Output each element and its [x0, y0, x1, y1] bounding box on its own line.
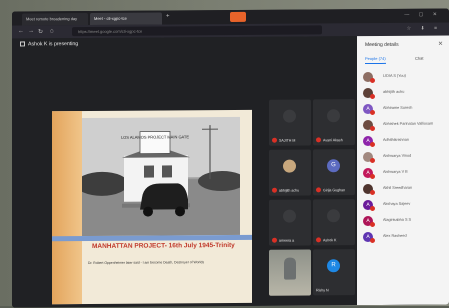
list-item[interactable]: AAkshaya Sajeev — [363, 198, 445, 215]
video-tile[interactable]: abhijith achu — [269, 149, 311, 195]
panel-title: Meeting details — [365, 42, 399, 48]
mic-off-icon — [316, 137, 321, 142]
list-item[interactable]: LIDIA S (You) — [363, 70, 445, 87]
participant-video — [284, 258, 296, 280]
video-tile[interactable]: Ashok K — [313, 199, 355, 245]
present-screen-icon — [20, 41, 25, 46]
list-item[interactable]: AAlagirisabha S S — [363, 214, 445, 231]
back-arrow-icon[interactable]: ← — [18, 28, 24, 34]
tile-name: Girija Gughan — [323, 188, 345, 192]
tab-people[interactable]: People (74) — [365, 56, 386, 64]
presenting-text: Ashok K is presenting — [28, 41, 78, 47]
slide-title-band — [52, 235, 252, 241]
participant-name: Akshaya Sajeev — [383, 202, 410, 206]
list-item[interactable]: Akhil Sreedharan — [363, 182, 445, 199]
new-tab-button[interactable]: + — [166, 13, 170, 19]
tile-name: abhijith achu — [279, 189, 299, 193]
tile-name: ameera a — [279, 239, 294, 243]
tile-name: Avani Akash — [323, 138, 343, 142]
video-tile[interactable]: ameera a — [269, 199, 311, 245]
participant-name: Alex Rasheed — [383, 234, 407, 238]
sign-text: LOS ALAMOS PROJECT MAIN GATE — [121, 134, 189, 139]
list-item[interactable]: AAdhithikrishnan — [363, 134, 445, 151]
photo-background: Meet remote broadening day Meet - cti-xg… — [0, 0, 449, 306]
mic-off-icon — [316, 187, 321, 192]
participant-name: Aishwarya Vinod — [383, 154, 411, 158]
panel-tabs: People (74) Chat — [363, 56, 445, 67]
toolbar-icons[interactable]: ☆ ⬇ ≡ — [407, 26, 441, 32]
avatar — [283, 210, 296, 223]
avatar: R — [327, 259, 340, 272]
participant-list: LIDIA S (You) abhijith achu AAbhirame Su… — [363, 70, 445, 247]
reload-icon[interactable]: ↻ — [38, 28, 43, 35]
tab-chat[interactable]: Chat — [415, 56, 423, 61]
participant-name: Adhithikrishnan — [383, 138, 409, 142]
list-item[interactable]: abhijith achu — [363, 86, 445, 103]
video-tile[interactable]: SAJITH M — [269, 99, 311, 145]
tile-name: Rishy N — [316, 288, 329, 292]
avatar: G — [327, 159, 340, 172]
mic-off-icon — [272, 138, 277, 143]
mic-off-icon — [370, 78, 375, 83]
mic-off-icon — [370, 126, 375, 131]
slide-side-stripe — [52, 111, 82, 304]
list-item[interactable]: AAlex Rasheed — [363, 230, 445, 247]
mic-off-icon — [370, 238, 375, 243]
mic-off-icon — [316, 237, 321, 242]
video-tile-camera[interactable] — [269, 249, 311, 295]
mic-off-icon — [370, 222, 375, 227]
list-item[interactable]: AAbhirame Suresh — [363, 102, 445, 119]
slide-title: MANHATTAN PROJECT- 16th July 1945-Trinit… — [92, 242, 248, 250]
participant-name: LIDIA S (You) — [383, 74, 406, 78]
gatehouse-photo: LOS ALAMOS PROJECT MAIN GATE — [82, 117, 240, 236]
participant-name: abhijith achu — [383, 90, 404, 94]
list-item[interactable]: Aishwarya Vinod — [363, 150, 445, 167]
mic-off-icon — [370, 206, 375, 211]
participant-name: Alagirisabha S S — [383, 218, 411, 222]
mic-off-icon — [370, 94, 375, 99]
home-icon[interactable]: ⌂ — [50, 28, 54, 34]
participant-name: Akhil Sreedharan — [383, 186, 412, 190]
mic-off-icon — [272, 188, 277, 193]
tile-name: Ashok K — [323, 238, 336, 242]
meet-stage: Ashok K is presenting LOS ALAMOS PROJECT… — [12, 36, 357, 307]
shared-slide: LOS ALAMOS PROJECT MAIN GATE MANHATTAN P… — [52, 110, 252, 304]
video-tile[interactable]: Avani Akash — [313, 99, 355, 145]
browser-tab-active[interactable]: Meet - cti-xgpc-tce — [90, 12, 162, 25]
list-item[interactable]: Abhishek Parinatan Valliosam — [363, 118, 445, 135]
forward-arrow-icon[interactable]: → — [28, 28, 34, 34]
avatar — [327, 109, 340, 122]
extension-icon[interactable] — [230, 12, 246, 22]
list-item[interactable]: AAishwarya V B — [363, 166, 445, 183]
mic-off-icon — [272, 238, 277, 243]
address-bar[interactable]: https://meet.google.com/cti-xgpc-tce — [72, 25, 322, 36]
video-tile[interactable]: G Girija Gughan — [313, 149, 355, 195]
avatar — [327, 209, 340, 222]
window-controls[interactable]: — ▢ ✕ — [404, 12, 441, 18]
meeting-details-panel: Meeting details ✕ People (74) Chat LIDIA… — [357, 35, 449, 305]
participant-video-grid: SAJITH M Avani Akash abhijith achu G Gir… — [269, 99, 355, 300]
slide-photo: LOS ALAMOS PROJECT MAIN GATE — [82, 117, 240, 236]
monitor-screen: Meet remote broadening day Meet - cti-xg… — [12, 8, 449, 307]
tile-name: SAJITH M — [279, 139, 295, 143]
mic-off-icon — [370, 110, 375, 115]
slide-subtitle: Dr. Robert Oppenheimer later said - I am… — [88, 260, 250, 265]
close-icon[interactable]: ✕ — [438, 41, 443, 48]
mic-off-icon — [370, 174, 375, 179]
mic-off-icon — [370, 190, 375, 195]
participant-name: Aishwarya V B — [383, 170, 408, 174]
mic-off-icon — [370, 158, 375, 163]
avatar — [283, 110, 296, 123]
mic-off-icon — [370, 142, 375, 147]
avatar — [283, 160, 296, 173]
video-tile[interactable]: R Rishy N — [313, 249, 355, 295]
participant-name: Abhirame Suresh — [383, 106, 412, 110]
participant-name: Abhishek Parinatan Valliosam — [383, 122, 433, 126]
browser-tab[interactable]: Meet remote broadening day — [22, 13, 88, 25]
presenting-banner: Ashok K is presenting — [20, 41, 78, 47]
